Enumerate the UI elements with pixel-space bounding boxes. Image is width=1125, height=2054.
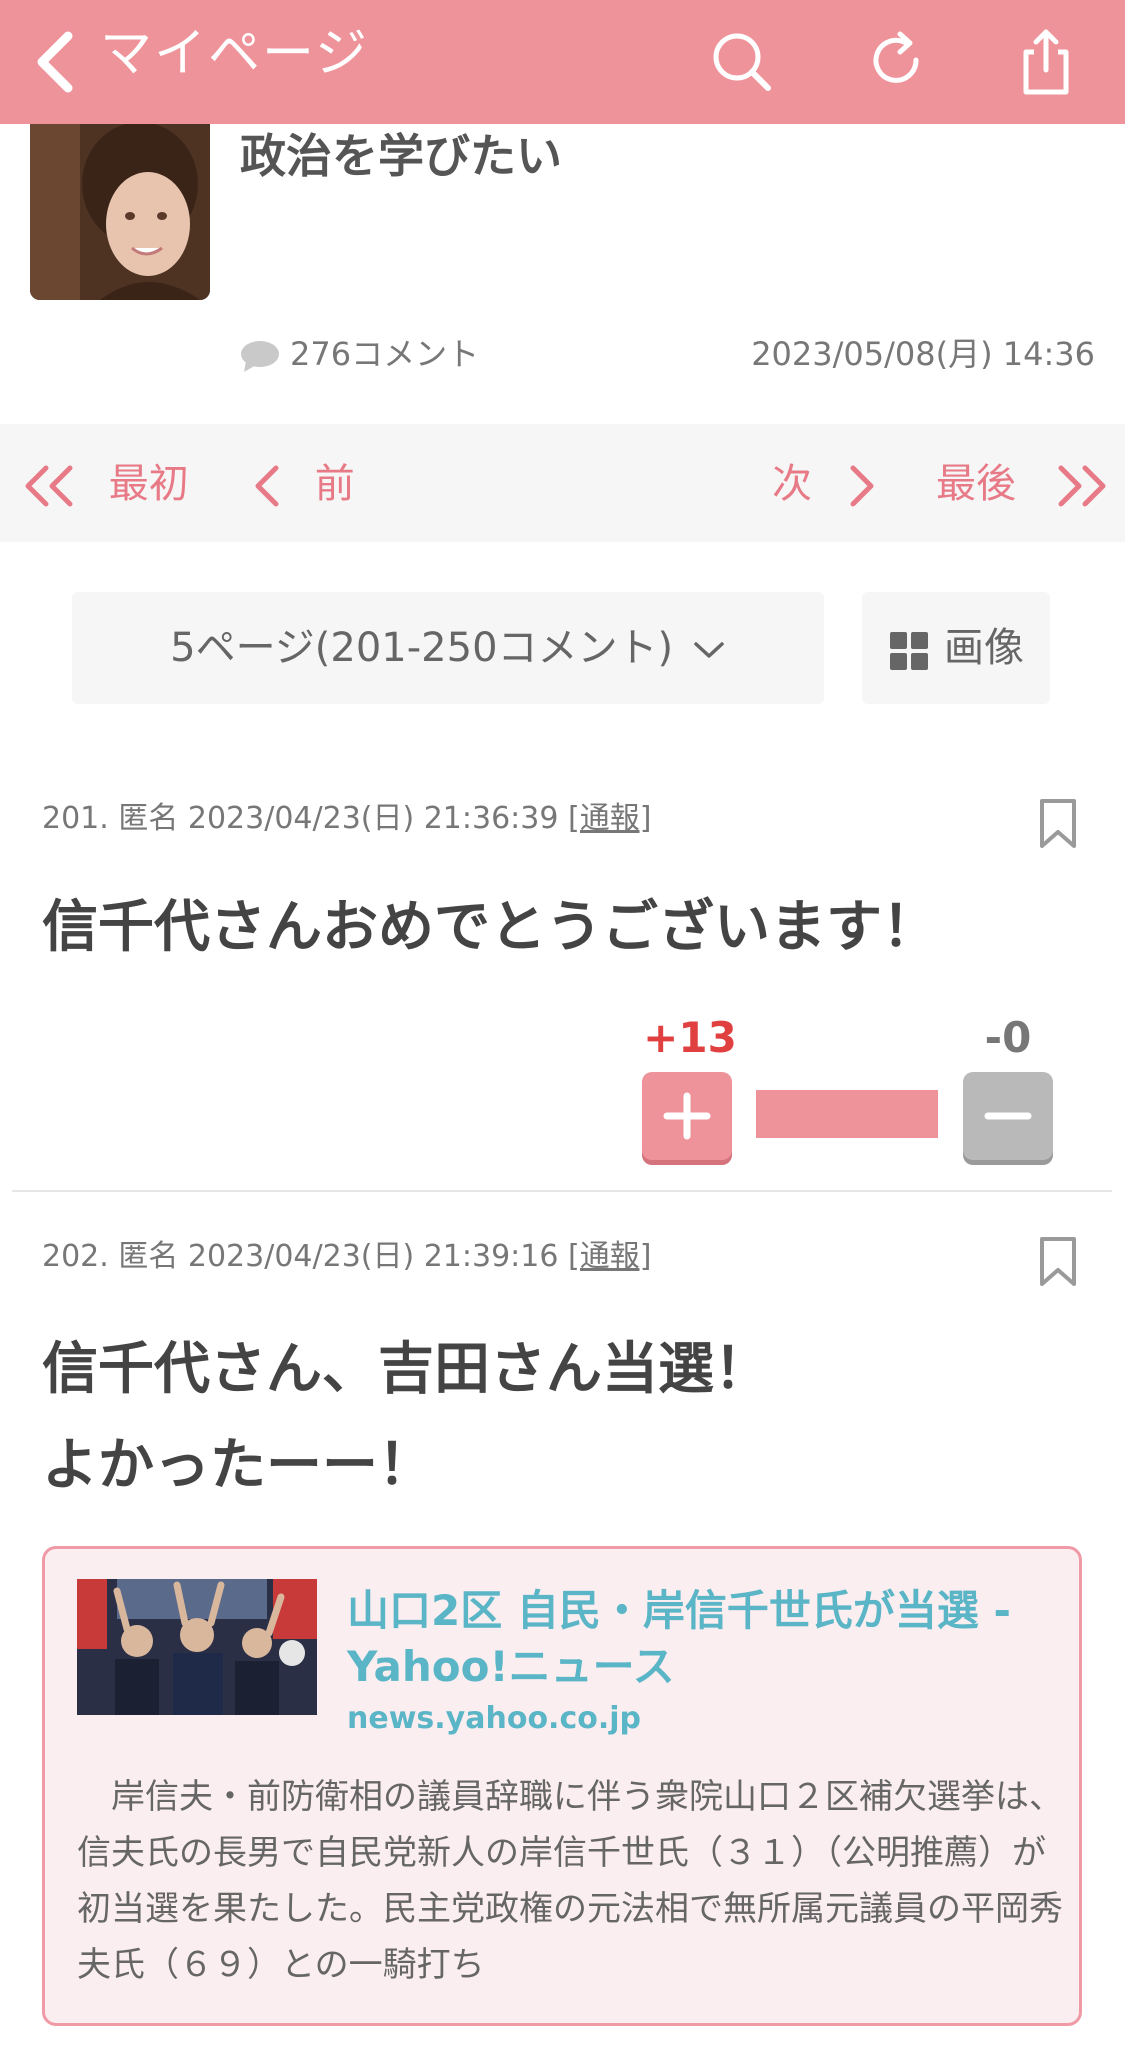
pager-next-button[interactable]: 次 — [772, 454, 877, 514]
topic-date: 2023/05/08(月) 14:36 — [751, 335, 1095, 373]
pager-first-label: 最初 — [108, 461, 189, 507]
comment-bubble-icon — [241, 341, 279, 372]
reload-icon[interactable] — [860, 24, 936, 100]
report-link[interactable]: [通報] — [568, 1239, 651, 1274]
grid-icon — [890, 632, 928, 670]
pager-first-button[interactable]: 最初 — [22, 454, 189, 514]
bookmark-icon[interactable] — [1038, 798, 1078, 850]
pager-last-button[interactable]: 最後 — [936, 454, 1109, 514]
comment-body-line: 信千代さん、吉田さん当選！ — [42, 1337, 770, 1402]
chevron-left-icon — [255, 465, 279, 507]
minus-count: -0 — [984, 1013, 1032, 1062]
page-select-label: 5ページ(201-250コメント) — [170, 625, 674, 671]
link-description: 岸信夫・前防衛相の議員辞職に伴う衆院山口２区補欠選挙は、信夫氏の長男で自民党新人… — [77, 1777, 1063, 1985]
report-link[interactable]: [通報] — [568, 801, 651, 836]
comment-divider — [12, 1190, 1112, 1192]
link-thumbnail — [77, 1579, 317, 1715]
pager: 最初 前 次 最後 — [0, 424, 1125, 542]
plus-icon — [663, 1092, 711, 1140]
double-chevron-left-icon — [25, 465, 73, 507]
back-chevron-icon[interactable] — [22, 22, 92, 102]
pager-prev-button[interactable]: 前 — [252, 454, 355, 514]
page-select-dropdown[interactable]: 5ページ(201-250コメント) — [72, 592, 824, 704]
link-preview-card[interactable]: 山口2区 自民・岸信千世氏が当選 - Yahoo!ニュース news.yahoo… — [42, 1546, 1082, 2026]
comment-body-line: よかったーー！ — [42, 1433, 434, 1498]
chevron-right-icon — [850, 465, 874, 507]
bookmark-icon[interactable] — [1038, 1236, 1078, 1288]
double-chevron-right-icon — [1058, 465, 1106, 507]
pager-next-label: 次 — [772, 461, 812, 507]
link-domain: news.yahoo.co.jp — [347, 1701, 641, 1736]
header-title[interactable]: マイページ — [100, 22, 369, 86]
chevron-down-icon — [694, 642, 724, 658]
portrait-image — [30, 124, 210, 300]
minus-icon — [984, 1112, 1032, 1120]
plus-vote-button[interactable] — [642, 1072, 732, 1160]
topic-title[interactable]: 政治を学びたい — [240, 126, 562, 186]
comment-count: 276コメント — [240, 332, 479, 376]
topic-thumbnail[interactable] — [30, 124, 210, 300]
news-photo-image — [77, 1579, 317, 1715]
search-icon[interactable] — [704, 24, 780, 100]
comment-meta: 202. 匿名 2023/04/23(日) 21:39:16 [通報] — [42, 1236, 651, 1278]
link-title[interactable]: 山口2区 自民・岸信千世氏が当選 - Yahoo!ニュース — [347, 1583, 1057, 1695]
minus-vote-button[interactable] — [963, 1072, 1053, 1160]
comment-number-date: 201. 匿名 2023/04/23(日) 21:36:39 — [42, 801, 559, 836]
comment-meta: 201. 匿名 2023/04/23(日) 21:36:39 [通報] — [42, 798, 651, 840]
share-icon[interactable] — [1008, 24, 1084, 100]
vote-ratio-fill — [756, 1090, 938, 1138]
app-header: マイページ — [0, 0, 1125, 124]
comment-number-date: 202. 匿名 2023/04/23(日) 21:39:16 — [42, 1239, 559, 1274]
comment-count-text: 276コメント — [290, 335, 480, 373]
vote-ratio-bar — [756, 1090, 938, 1138]
image-view-button[interactable]: 画像 — [862, 592, 1050, 704]
pager-last-label: 最後 — [936, 461, 1016, 507]
pager-prev-label: 前 — [314, 461, 355, 507]
plus-count: +13 — [643, 1013, 737, 1062]
comment-body: 信千代さんおめでとうございます！ — [42, 895, 938, 960]
image-button-label: 画像 — [944, 625, 1024, 671]
